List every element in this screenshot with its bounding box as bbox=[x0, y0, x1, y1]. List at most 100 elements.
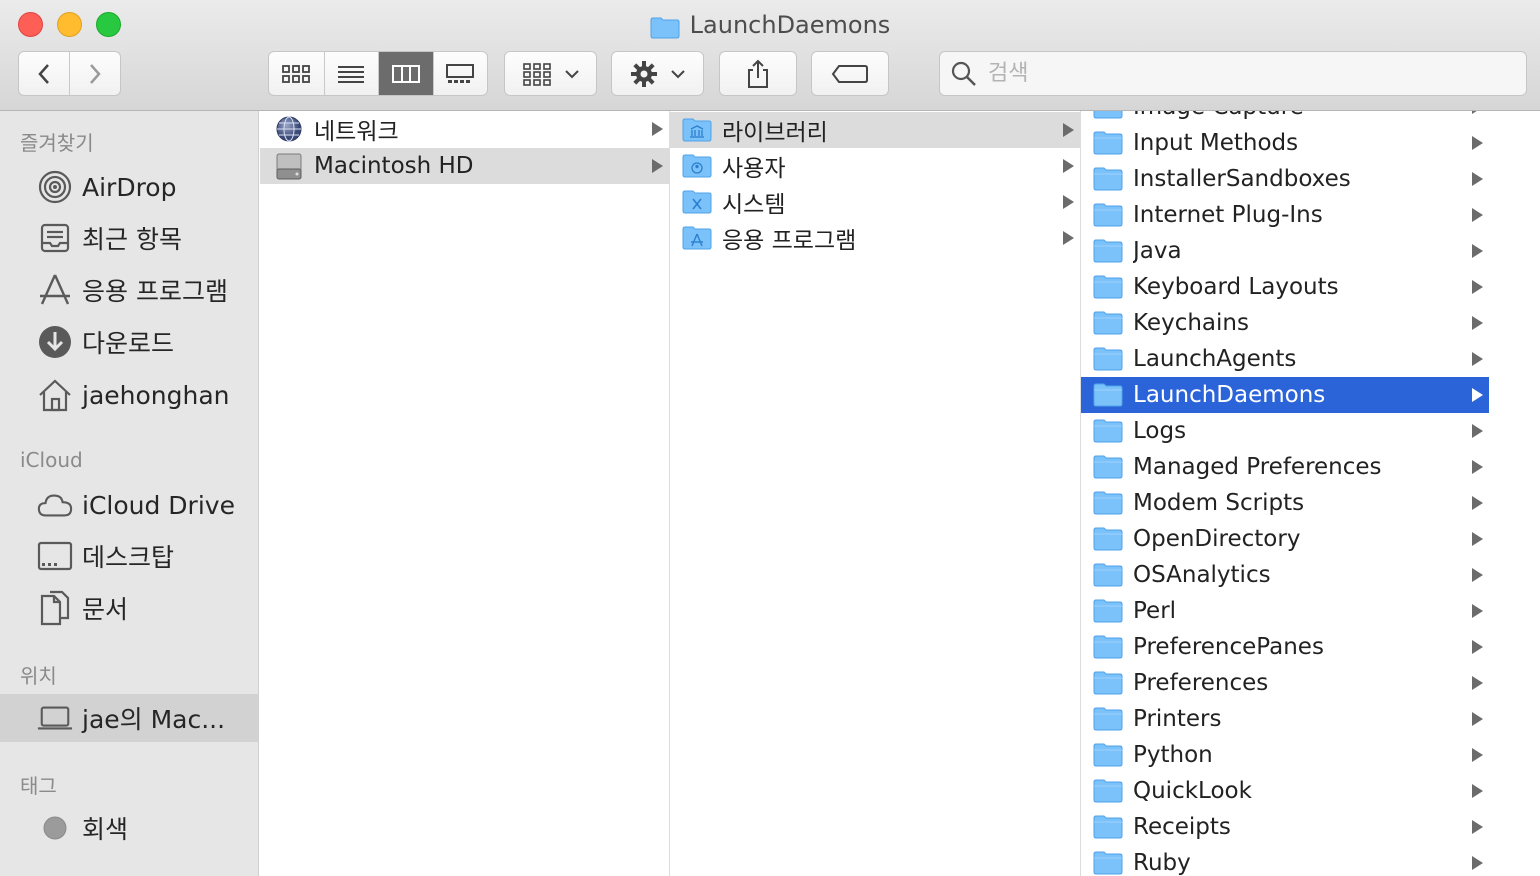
list-item[interactable]: OpenDirectory bbox=[1081, 521, 1489, 557]
share-button[interactable] bbox=[719, 51, 797, 96]
list-item-label: Input Methods bbox=[1133, 130, 1299, 156]
folder-icon bbox=[1093, 848, 1123, 876]
folder-icon bbox=[1093, 128, 1123, 158]
folder-icon bbox=[1093, 272, 1123, 302]
library-folder-icon bbox=[682, 115, 712, 145]
sidebar-item-documents[interactable]: 문서 bbox=[0, 583, 258, 633]
list-item[interactable]: Keyboard Layouts bbox=[1081, 269, 1489, 305]
forward-button[interactable] bbox=[70, 52, 121, 95]
list-item-library[interactable]: 라이브러리 bbox=[670, 112, 1080, 148]
list-item-label: Managed Preferences bbox=[1133, 454, 1382, 480]
list-icon bbox=[338, 65, 365, 83]
list-item-system[interactable]: 시스템 bbox=[670, 184, 1080, 220]
group-grid-icon bbox=[522, 62, 551, 86]
sidebar-item-home[interactable]: jaehonghan bbox=[0, 370, 258, 420]
list-item[interactable]: Managed Preferences bbox=[1081, 449, 1489, 485]
list-item[interactable]: InstallerSandboxes bbox=[1081, 161, 1489, 197]
gallery-view-button[interactable] bbox=[434, 52, 488, 95]
group-button[interactable] bbox=[504, 51, 597, 96]
list-item[interactable]: Ruby bbox=[1081, 845, 1489, 876]
folder-icon bbox=[650, 14, 680, 39]
list-item-label: Perl bbox=[1133, 598, 1177, 624]
column-view-button[interactable] bbox=[379, 52, 434, 95]
sidebar-item-applications[interactable]: 응용 프로그램 bbox=[0, 265, 258, 315]
list-item-label: 네트워크 bbox=[314, 119, 399, 145]
tag-button[interactable] bbox=[811, 51, 889, 96]
list-item-label: Image Capture bbox=[1133, 111, 1472, 120]
list-item[interactable]: OSAnalytics bbox=[1081, 557, 1489, 593]
folder-icon bbox=[1093, 812, 1123, 842]
list-item[interactable]: Receipts bbox=[1081, 809, 1489, 845]
chevron-right-icon bbox=[89, 63, 101, 84]
folder-icon bbox=[1093, 111, 1123, 122]
list-item[interactable]: LaunchDaemons bbox=[1081, 377, 1489, 413]
cloud-icon bbox=[37, 487, 73, 523]
list-item-network[interactable]: 네트워크 bbox=[260, 111, 669, 147]
list-item-label: Printers bbox=[1133, 706, 1222, 732]
gear-icon bbox=[630, 60, 657, 87]
disclosure-arrow-icon bbox=[1472, 111, 1483, 114]
finder-window: LaunchDaemons 검색 즐겨찾기 AirDrop 최근 항목 응용 프… bbox=[0, 0, 1540, 876]
sidebar-item-label: 문서 bbox=[82, 595, 129, 624]
sidebar-item-this-mac[interactable]: jae의 Mac... bbox=[0, 694, 258, 742]
list-item-users[interactable]: 사용자 bbox=[670, 148, 1080, 184]
list-item[interactable]: Keychains bbox=[1081, 305, 1489, 341]
share-icon bbox=[748, 59, 768, 88]
chevron-left-icon bbox=[38, 63, 49, 84]
sidebar-item-label: 다운로드 bbox=[82, 329, 175, 358]
folder-icon bbox=[1093, 596, 1123, 626]
airdrop-icon bbox=[37, 169, 73, 205]
chevron-down-icon bbox=[564, 69, 579, 78]
folder-icon bbox=[1093, 164, 1123, 194]
list-item[interactable]: Python bbox=[1081, 737, 1489, 773]
system-folder-icon bbox=[682, 187, 712, 217]
disclosure-arrow-icon bbox=[1472, 496, 1483, 510]
list-item[interactable]: Image Capture bbox=[1081, 111, 1489, 125]
sidebar-item-icloud-drive[interactable]: iCloud Drive bbox=[0, 480, 258, 530]
folder-icon bbox=[1093, 452, 1123, 482]
sidebar-item-label: 응용 프로그램 bbox=[82, 277, 228, 306]
sidebar-item-label: iCloud Drive bbox=[82, 490, 235, 520]
list-item-applications[interactable]: 응용 프로그램 bbox=[670, 220, 1080, 256]
sidebar-item-label: 회색 bbox=[82, 815, 129, 844]
disclosure-arrow-icon bbox=[1063, 195, 1074, 209]
list-item[interactable]: Internet Plug-Ins bbox=[1081, 197, 1489, 233]
search-field[interactable] bbox=[939, 51, 1527, 96]
back-button[interactable] bbox=[19, 52, 70, 95]
list-item[interactable]: LaunchAgents bbox=[1081, 341, 1489, 377]
list-item-label: PreferencePanes bbox=[1133, 634, 1324, 660]
list-item[interactable]: Logs bbox=[1081, 413, 1489, 449]
list-item[interactable]: Perl bbox=[1081, 593, 1489, 629]
list-item-label: QuickLook bbox=[1133, 778, 1252, 804]
list-item[interactable]: Preferences bbox=[1081, 665, 1489, 701]
sidebar-item-label: 데스크탑 bbox=[82, 543, 175, 572]
folder-icon bbox=[1093, 380, 1123, 410]
list-item[interactable]: Java bbox=[1081, 233, 1489, 269]
sidebar-item-airdrop[interactable]: AirDrop bbox=[0, 162, 258, 212]
disclosure-arrow-icon bbox=[1472, 424, 1483, 438]
sidebar-item-downloads[interactable]: 다운로드 bbox=[0, 317, 258, 367]
disclosure-arrow-icon bbox=[1472, 820, 1483, 834]
hard-drive-icon bbox=[274, 151, 304, 181]
list-item-label: Ruby bbox=[1133, 850, 1191, 876]
users-folder-icon bbox=[682, 151, 712, 181]
action-button[interactable] bbox=[611, 51, 704, 96]
disclosure-arrow-icon bbox=[1472, 352, 1483, 366]
list-item[interactable]: PreferencePanes bbox=[1081, 629, 1489, 665]
list-item-macintosh-hd[interactable]: Macintosh HD bbox=[260, 148, 669, 184]
toolbar: LaunchDaemons bbox=[0, 0, 1540, 111]
icon-view-button[interactable] bbox=[269, 52, 325, 95]
folder-icon bbox=[1093, 308, 1123, 338]
list-item[interactable]: Modem Scripts bbox=[1081, 485, 1489, 521]
list-item[interactable]: Printers bbox=[1081, 701, 1489, 737]
list-view-button[interactable] bbox=[325, 52, 379, 95]
disclosure-arrow-icon bbox=[1472, 388, 1483, 402]
list-item[interactable]: QuickLook bbox=[1081, 773, 1489, 809]
sidebar-item-desktop[interactable]: 데스크탑 bbox=[0, 531, 258, 581]
search-input[interactable] bbox=[986, 60, 1510, 87]
sidebar-heading-icloud: iCloud bbox=[20, 448, 83, 472]
sidebar-item-recents[interactable]: 최근 항목 bbox=[0, 213, 258, 263]
sidebar-item-tag-gray[interactable]: 회색 bbox=[0, 803, 258, 853]
list-item[interactable]: Input Methods bbox=[1081, 125, 1489, 161]
disclosure-arrow-icon bbox=[652, 159, 663, 173]
